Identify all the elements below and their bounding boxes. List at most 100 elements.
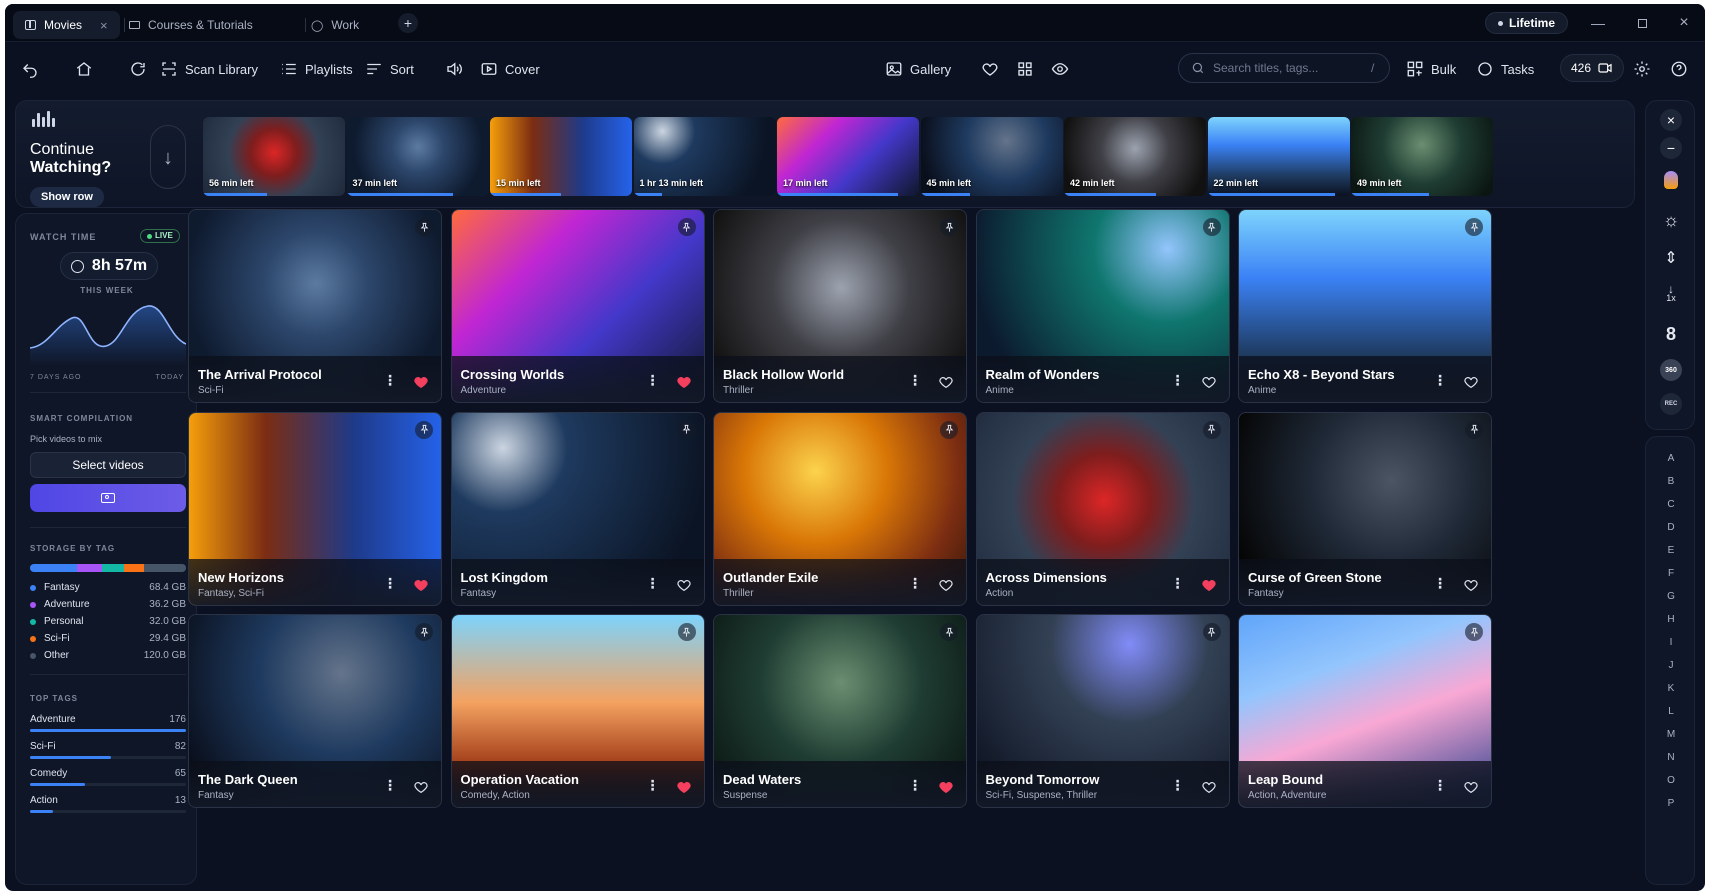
continue-card[interactable]: 22 min left (1207, 117, 1350, 196)
alphabet-letter[interactable]: N (1646, 752, 1696, 763)
alphabet-letter[interactable]: M (1646, 729, 1696, 740)
volume-button[interactable] (445, 57, 463, 81)
video-card[interactable]: Outlander Exile Thriller ⋮ (713, 411, 967, 606)
refresh-button[interactable] (129, 57, 147, 81)
pin-icon[interactable] (415, 218, 433, 236)
alphabet-letter[interactable]: B (1646, 476, 1696, 487)
plan-badge[interactable]: Lifetime (1485, 12, 1569, 34)
pin-icon[interactable] (677, 623, 696, 641)
continue-card[interactable]: 42 min left (1064, 117, 1206, 196)
video-card[interactable]: Crossing Worlds Adventure ⋮ (450, 209, 705, 403)
alphabet-letter[interactable]: L (1646, 706, 1696, 717)
alphabet-letter[interactable]: G (1646, 591, 1696, 602)
video-card[interactable]: Dead Waters Suspense ⋮ (713, 614, 967, 808)
favorite-heart-icon[interactable] (413, 577, 429, 593)
favorite-heart-icon[interactable] (1201, 577, 1217, 593)
tab-courses[interactable]: Courses & Tutorials (117, 11, 265, 39)
new-tab-button[interactable]: + (398, 13, 418, 33)
tasks-button[interactable]: Tasks (1476, 57, 1534, 81)
video-card[interactable]: New Horizons Fantasy, Sci-Fi ⋮ (188, 411, 442, 606)
close-tab-icon[interactable]: × (100, 18, 108, 33)
brightness-icon[interactable]: ☼ (1660, 209, 1682, 231)
video-card[interactable]: Across Dimensions Action ⋮ (975, 411, 1230, 606)
gallery-button[interactable]: Gallery (885, 57, 951, 81)
more-options-icon[interactable]: ⋮ (908, 372, 922, 389)
more-options-icon[interactable]: ⋮ (1433, 777, 1447, 794)
search-box[interactable]: / (1178, 53, 1390, 83)
resize-icon[interactable]: ⇕ (1660, 247, 1682, 269)
more-options-icon[interactable]: ⋮ (646, 777, 660, 794)
favorite-heart-icon[interactable] (1201, 779, 1217, 795)
alphabet-letter[interactable]: I (1646, 637, 1696, 648)
continue-card[interactable]: 49 min left (1351, 117, 1493, 196)
pin-icon[interactable] (1465, 218, 1483, 236)
tab-work[interactable]: ◯ Work (299, 11, 371, 39)
favorite-heart-icon[interactable] (676, 577, 692, 593)
bulk-button[interactable]: Bulk (1406, 57, 1456, 81)
close-icon[interactable]: × (1660, 109, 1682, 131)
pin-icon[interactable] (415, 623, 433, 641)
alphabet-letter[interactable]: H (1646, 614, 1696, 625)
continue-card[interactable]: 56 min left (203, 117, 345, 196)
continue-card[interactable]: 37 min left (346, 117, 489, 196)
alphabet-letter[interactable]: J (1646, 660, 1696, 671)
show-row-button[interactable]: Show row (30, 187, 104, 207)
favorite-heart-icon[interactable] (938, 779, 954, 795)
video-card[interactable]: Lost Kingdom Fantasy ⋮ (450, 411, 705, 606)
speed-icon[interactable]: ↓ 1x (1660, 283, 1682, 305)
alphabet-letter[interactable]: D (1646, 522, 1696, 533)
video-card[interactable]: Operation Vacation Comedy, Action ⋮ (450, 614, 705, 808)
more-options-icon[interactable]: ⋮ (908, 575, 922, 592)
alphabet-letter[interactable]: F (1646, 568, 1696, 579)
alphabet-letter[interactable]: C (1646, 499, 1696, 510)
more-options-icon[interactable]: ⋮ (646, 575, 660, 592)
pin-icon[interactable] (1202, 218, 1221, 236)
chevron-down-icon[interactable]: ↓ (150, 125, 186, 189)
favorite-heart-icon[interactable] (676, 779, 692, 795)
alphabet-letter[interactable]: O (1646, 775, 1696, 786)
record-button[interactable]: REC (1660, 393, 1682, 415)
minus-icon[interactable]: − (1660, 137, 1682, 159)
loop-icon[interactable]: 8 (1660, 323, 1682, 345)
search-input[interactable] (1213, 61, 1363, 75)
preview-button[interactable] (1051, 57, 1069, 81)
favorite-heart-icon[interactable] (413, 779, 429, 795)
video-card[interactable]: Echo X8 - Beyond Stars Anime ⋮ (1238, 209, 1492, 403)
favorite-heart-icon[interactable] (676, 374, 692, 390)
video-count-badge[interactable]: 426 (1560, 54, 1625, 82)
back-button[interactable] (21, 57, 39, 81)
more-options-icon[interactable]: ⋮ (383, 372, 397, 389)
video-card[interactable]: Black Hollow World Thriller ⋮ (713, 209, 967, 403)
alphabet-letter[interactable]: P (1646, 798, 1696, 809)
top-tag-item[interactable]: Sci-Fi 82 (30, 741, 186, 759)
alphabet-letter[interactable]: A (1646, 453, 1696, 464)
continue-card[interactable]: 15 min left (490, 117, 632, 196)
video-card[interactable]: Curse of Green Stone Fantasy ⋮ (1238, 411, 1492, 606)
more-options-icon[interactable]: ⋮ (1171, 372, 1185, 389)
home-button[interactable] (75, 57, 93, 81)
more-options-icon[interactable]: ⋮ (646, 372, 660, 389)
settings-button[interactable] (1633, 57, 1651, 81)
pin-icon[interactable] (1465, 420, 1483, 439)
favorites-button[interactable] (981, 57, 999, 81)
video-card[interactable]: Beyond Tomorrow Sci-Fi, Suspense, Thrille… (975, 614, 1230, 808)
pin-icon[interactable] (1202, 420, 1221, 439)
continue-card[interactable]: 45 min left (920, 117, 1063, 196)
video-card[interactable]: Leap Bound Action, Adventure ⋮ (1238, 614, 1492, 808)
create-compilation-button[interactable] (30, 484, 186, 512)
continue-card[interactable]: 1 hr 13 min left (633, 117, 776, 196)
grid-view-button[interactable] (1016, 57, 1034, 81)
pin-icon[interactable] (940, 218, 958, 236)
more-options-icon[interactable]: ⋮ (1171, 575, 1185, 592)
pin-icon[interactable] (677, 218, 696, 236)
favorite-heart-icon[interactable] (1463, 577, 1479, 593)
more-options-icon[interactable]: ⋮ (908, 777, 922, 794)
favorite-heart-icon[interactable] (938, 577, 954, 593)
pin-icon[interactable] (1202, 623, 1221, 641)
more-options-icon[interactable]: ⋮ (1433, 575, 1447, 592)
sort-button[interactable]: Sort (365, 57, 414, 81)
favorite-heart-icon[interactable] (413, 374, 429, 390)
minimize-button[interactable]: — (1588, 13, 1608, 33)
favorite-heart-icon[interactable] (1463, 374, 1479, 390)
video-card[interactable]: The Dark Queen Fantasy ⋮ (188, 614, 442, 808)
